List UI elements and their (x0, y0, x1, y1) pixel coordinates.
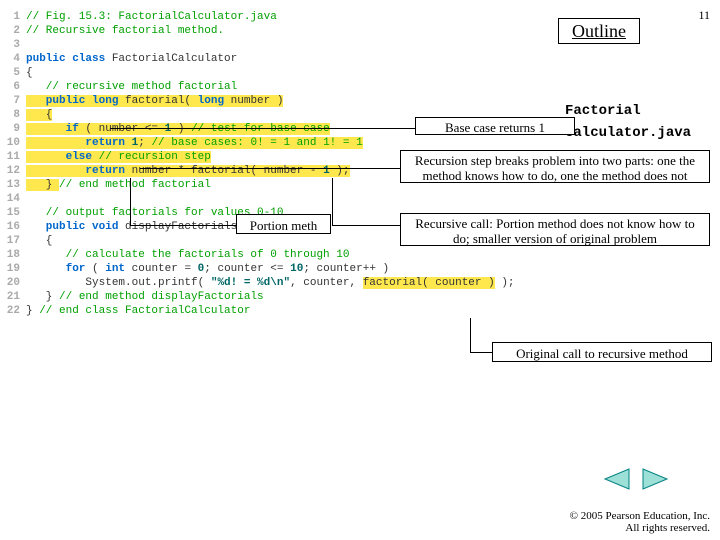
code-l18: // calculate the factorials of 0 through… (26, 249, 349, 261)
code-l10d: ; (138, 137, 151, 149)
code-l16b: displayFactorials() (118, 221, 250, 233)
code-l9a: if (26, 123, 79, 135)
filename-line2: Calculator.java (565, 125, 691, 141)
filename-block: Factorial Calculator.java (565, 100, 691, 144)
code-l9e: // test for base case (191, 123, 330, 135)
arrow-line (470, 318, 471, 353)
page-number: 11 (698, 8, 710, 23)
code-l21a: } (26, 291, 59, 303)
code-l6: // recursive method factorial (26, 81, 237, 93)
code-l12a: return (26, 165, 125, 177)
code-l10b (125, 137, 132, 149)
code-l16a: public void (26, 221, 118, 233)
code-l10e: // base cases: 0! = 1 and 1! = 1 (151, 137, 362, 149)
callout-original-call: Original call to recursive method (492, 342, 712, 362)
code-l4b: FactorialCalculator (105, 53, 237, 65)
callout-recursive-call: Recursive call: Portion method does not … (400, 213, 710, 246)
callout-portion-left: Portion meth (236, 214, 331, 234)
code-l11a: else (26, 151, 92, 163)
copyright: © 2005 Pearson Education, Inc. All right… (562, 510, 710, 534)
code-l19g: 10 (290, 263, 303, 275)
code-l12b: number * factorial( number - (125, 165, 323, 177)
code-l13a: } (26, 179, 59, 191)
arrow-line (470, 352, 492, 353)
code-l21b: // end method displayFactorials (59, 291, 264, 303)
code-l19c: int (105, 263, 125, 275)
code-l19f: ; counter <= (204, 263, 290, 275)
code-l17: { (26, 235, 52, 247)
arrow-line (130, 178, 131, 225)
code-l22a: } (26, 305, 39, 317)
code-l13b: // end method factorial (59, 179, 211, 191)
code-l9b: ( number <= (79, 123, 165, 135)
code-l20d: factorial( counter ) (363, 277, 495, 289)
code-l10a: return (26, 137, 125, 149)
code-l19a: for (26, 263, 85, 275)
code-l7a: public long (26, 95, 118, 107)
arrow-line (332, 178, 333, 225)
code-l20c: , counter, (290, 277, 363, 289)
slide: 11 Outline Factorial Calculator.java 1 //… (0, 0, 720, 540)
code-l20a: System.out.printf( (26, 277, 211, 289)
arrow-line (130, 225, 236, 226)
filename-line1: Factorial (565, 103, 641, 119)
code-l19b: ( (85, 263, 105, 275)
code-l5: { (26, 67, 33, 79)
code-l7d: number ) (224, 95, 283, 107)
callout-base-case: Base case returns 1 (415, 117, 575, 135)
arrow-line (332, 225, 400, 226)
code-l7b: factorial( (118, 95, 197, 107)
prev-button[interactable] (603, 468, 631, 490)
code-l20e: ); (495, 277, 515, 289)
callout-recursion-step: Recursion step breaks problem into two p… (400, 150, 710, 183)
nav-buttons (600, 468, 672, 495)
arrow-line (110, 128, 415, 129)
outline-label: Outline (558, 18, 640, 44)
code-l11b: // recursion step (92, 151, 211, 163)
code-l8: { (26, 109, 52, 121)
next-button[interactable] (641, 468, 669, 490)
code-l19d: counter = (125, 263, 198, 275)
code-l1: // Fig. 15.3: FactorialCalculator.java (26, 11, 277, 23)
code-l2: // Recursive factorial method. (26, 25, 224, 37)
code-l12d: ); (330, 165, 350, 177)
code-l20b: "%d! = %d\n" (211, 277, 290, 289)
code-l22b: // end class FactorialCalculator (39, 305, 250, 317)
code-l12c: 1 (323, 165, 330, 177)
code-l19h: ; counter++ ) (303, 263, 389, 275)
code-l4a: public class (26, 53, 105, 65)
code-l9d: ) (171, 123, 191, 135)
arrow-line (140, 168, 400, 169)
code-l7c: long (198, 95, 224, 107)
